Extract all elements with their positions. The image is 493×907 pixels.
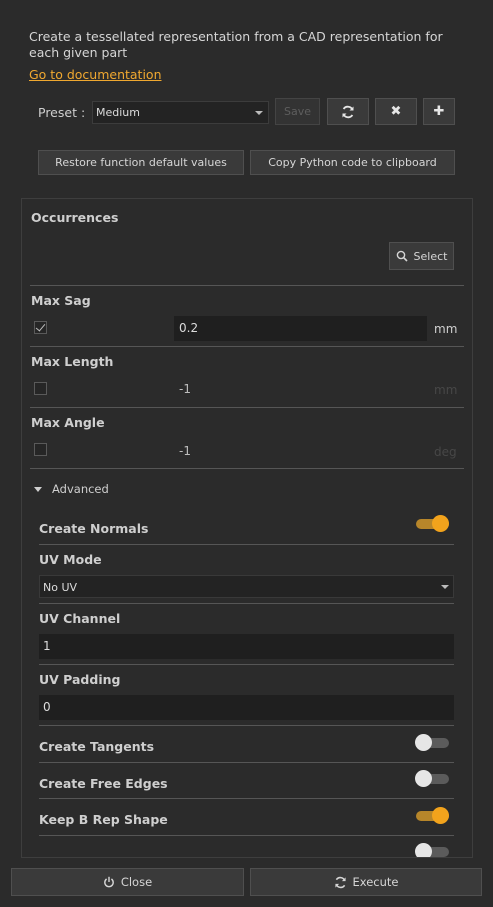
max-length-title: Max Length bbox=[31, 354, 114, 369]
add-icon: ✚ bbox=[433, 104, 445, 119]
refresh-icon bbox=[334, 876, 346, 888]
divider bbox=[39, 835, 454, 836]
create-free-edges-title: Create Free Edges bbox=[39, 776, 168, 791]
execute-label: Execute bbox=[352, 875, 399, 889]
select-occurrences-button[interactable]: Select bbox=[389, 242, 454, 270]
create-tangents-toggle[interactable] bbox=[415, 734, 449, 751]
toggle-knob bbox=[415, 770, 432, 787]
divider bbox=[30, 346, 464, 347]
power-icon bbox=[103, 876, 114, 888]
uv-padding-title: UV Padding bbox=[39, 672, 121, 687]
divider bbox=[30, 285, 464, 286]
divider bbox=[30, 407, 464, 408]
uv-mode-dropdown[interactable]: No UV bbox=[39, 575, 454, 598]
delete-preset-button[interactable]: ✖ bbox=[375, 98, 417, 125]
divider bbox=[39, 664, 454, 665]
close-button[interactable]: Close bbox=[11, 868, 244, 896]
add-preset-button[interactable]: ✚ bbox=[423, 98, 455, 125]
divider bbox=[39, 798, 454, 799]
toggle-knob bbox=[415, 843, 432, 857]
chevron-down-icon bbox=[441, 585, 449, 589]
uv-channel-title: UV Channel bbox=[39, 611, 121, 626]
preset-dropdown[interactable]: Medium bbox=[92, 101, 269, 124]
overwrite-tessellation-toggle[interactable] bbox=[415, 843, 449, 857]
max-length-checkbox[interactable] bbox=[34, 382, 47, 395]
divider bbox=[39, 762, 454, 763]
restore-defaults-button[interactable]: Restore function default values bbox=[38, 150, 244, 175]
uv-mode-value: No UV bbox=[43, 581, 78, 594]
max-angle-checkbox[interactable] bbox=[34, 443, 47, 456]
close-label: Close bbox=[120, 875, 153, 889]
occurrences-title: Occurrences bbox=[31, 210, 119, 225]
preset-label: Preset : bbox=[38, 105, 86, 120]
toggle-knob bbox=[432, 515, 449, 532]
max-length-input[interactable]: -1 bbox=[174, 377, 427, 402]
save-preset-button[interactable]: Save bbox=[275, 98, 320, 125]
toggle-knob bbox=[432, 807, 449, 824]
function-description: Create a tessellated representation from… bbox=[29, 29, 443, 60]
preset-dropdown-value: Medium bbox=[96, 106, 140, 119]
chevron-down-icon bbox=[255, 111, 263, 115]
parameters-panel[interactable]: Occurrences Select Max Sag 0.2 mm Max Le… bbox=[21, 198, 473, 858]
divider bbox=[39, 544, 454, 545]
keep-brep-shape-toggle[interactable] bbox=[416, 807, 449, 824]
chevron-down-icon bbox=[34, 487, 42, 492]
advanced-label: Advanced bbox=[52, 482, 109, 496]
refresh-preset-button[interactable] bbox=[327, 98, 369, 125]
create-normals-title: Create Normals bbox=[39, 521, 149, 536]
max-sag-input[interactable]: 0.2 bbox=[174, 316, 427, 341]
keep-brep-shape-title: Keep B Rep Shape bbox=[39, 812, 168, 827]
documentation-link[interactable]: Go to documentation bbox=[29, 67, 162, 82]
max-angle-title: Max Angle bbox=[31, 415, 105, 430]
uv-channel-input[interactable]: 1 bbox=[39, 634, 454, 659]
copy-python-button[interactable]: Copy Python code to clipboard bbox=[250, 150, 455, 175]
toggle-knob bbox=[415, 734, 432, 751]
uv-mode-title: UV Mode bbox=[39, 552, 102, 567]
max-length-unit: mm bbox=[434, 383, 458, 397]
advanced-section-toggle[interactable]: Advanced bbox=[34, 482, 109, 496]
max-angle-input[interactable]: -1 bbox=[174, 439, 427, 464]
max-sag-title: Max Sag bbox=[31, 293, 91, 308]
execute-button[interactable]: Execute bbox=[250, 868, 482, 896]
max-sag-unit: mm bbox=[434, 322, 458, 336]
divider bbox=[39, 725, 454, 726]
select-label: Select bbox=[413, 249, 448, 263]
max-angle-unit: deg bbox=[434, 445, 457, 459]
divider bbox=[30, 468, 464, 469]
delete-icon: ✖ bbox=[390, 104, 402, 119]
search-icon bbox=[396, 250, 408, 262]
create-tangents-title: Create Tangents bbox=[39, 739, 155, 754]
uv-padding-input[interactable]: 0 bbox=[39, 695, 454, 720]
refresh-icon bbox=[342, 105, 354, 118]
max-sag-checkbox[interactable] bbox=[34, 321, 47, 334]
create-free-edges-toggle[interactable] bbox=[415, 770, 449, 787]
divider bbox=[39, 603, 454, 604]
create-normals-toggle[interactable] bbox=[416, 515, 449, 532]
